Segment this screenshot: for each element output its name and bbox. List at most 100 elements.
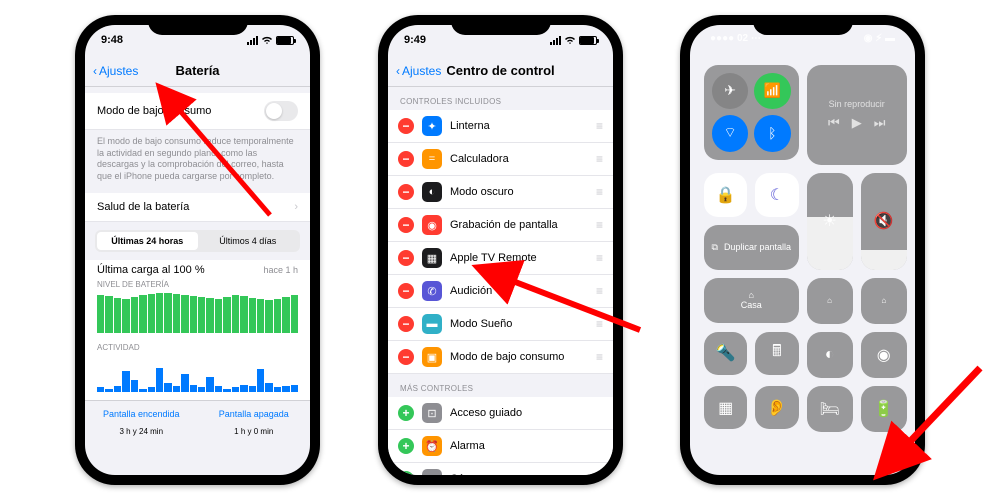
included-row-5[interactable]: −✆Audición≡ bbox=[388, 275, 613, 308]
remove-button[interactable]: − bbox=[398, 118, 414, 134]
included-row-6[interactable]: −▬Modo Sueño≡ bbox=[388, 308, 613, 341]
dnd-tile[interactable]: ☾ bbox=[755, 173, 798, 216]
calculator-icon: 🖩 bbox=[772, 340, 782, 367]
prev-icon[interactable]: ⏮ bbox=[828, 115, 840, 131]
grip-icon[interactable]: ≡ bbox=[596, 251, 603, 265]
seg-4d[interactable]: Últimos 4 días bbox=[198, 232, 299, 250]
remove-button[interactable]: − bbox=[398, 184, 414, 200]
wifi-toggle[interactable]: ⌔ bbox=[712, 115, 748, 152]
included-row-0[interactable]: −✦ Linterna ≡ bbox=[388, 110, 613, 143]
included-row-2[interactable]: −◐Modo oscuro≡ bbox=[388, 176, 613, 209]
row-label: Cámara bbox=[450, 473, 489, 475]
lowpower-tile[interactable]: 🔋 bbox=[861, 386, 907, 432]
low-power-toggle[interactable] bbox=[264, 101, 298, 121]
chevron-right-icon: › bbox=[294, 201, 298, 213]
ear-icon: 👂 bbox=[767, 398, 787, 418]
row-label: Grabación de pantalla bbox=[450, 219, 558, 231]
signal-icon bbox=[550, 36, 561, 45]
seg-24h[interactable]: Últimas 24 horas bbox=[97, 232, 198, 250]
app-icon: ✦ bbox=[422, 116, 442, 136]
app-icon: ⊡ bbox=[422, 403, 442, 423]
low-power-mode-row[interactable]: Modo de bajo consumo bbox=[85, 93, 310, 130]
add-button[interactable]: + bbox=[398, 438, 414, 454]
included-row-1[interactable]: −=Calculadora≡ bbox=[388, 143, 613, 176]
home-icon: ⌂ bbox=[749, 290, 754, 300]
section-included: CONTROLES INCLUIDOS bbox=[388, 87, 613, 110]
activity-chart bbox=[97, 356, 298, 392]
home-scene-2[interactable]: ⌂ bbox=[861, 278, 907, 324]
row-label: Linterna bbox=[450, 120, 490, 132]
grip-icon[interactable]: ≡ bbox=[596, 119, 603, 133]
wifi-icon bbox=[261, 36, 273, 45]
remove-button[interactable]: − bbox=[398, 151, 414, 167]
home-tile[interactable]: ⌂Casa bbox=[704, 278, 799, 323]
darkmode-icon: ◐ bbox=[825, 346, 835, 364]
grip-icon[interactable]: ≡ bbox=[596, 152, 603, 166]
last-charge-time: hace 1 h bbox=[263, 265, 298, 275]
back-button[interactable]: ‹Ajustes bbox=[93, 64, 138, 78]
rotation-lock-icon: 🔒 bbox=[716, 185, 736, 205]
mute-icon: 🔇 bbox=[874, 211, 894, 231]
moon-icon: ☾ bbox=[770, 185, 784, 205]
grip-icon[interactable]: ≡ bbox=[596, 317, 603, 331]
next-icon[interactable]: ⏭ bbox=[874, 115, 886, 131]
included-row-7[interactable]: −▣Modo de bajo consumo≡ bbox=[388, 341, 613, 374]
cellular-toggle[interactable]: 📶 bbox=[754, 73, 790, 109]
back-label: Ajustes bbox=[402, 64, 441, 78]
grip-icon[interactable]: ≡ bbox=[596, 350, 603, 364]
chart-activity-label: ACTIVIDAD bbox=[97, 343, 298, 352]
included-row-4[interactable]: −▦Apple TV Remote≡ bbox=[388, 242, 613, 275]
volume-slider[interactable]: 🔇 bbox=[861, 173, 907, 269]
remote-tile[interactable]: ▦ bbox=[704, 386, 747, 429]
more-row-1[interactable]: +⏰Alarma bbox=[388, 430, 613, 463]
row-label: Modo oscuro bbox=[450, 186, 514, 198]
navbar: ‹Ajustes Centro de control bbox=[388, 55, 613, 87]
bluetooth-toggle[interactable]: ᛒ bbox=[754, 115, 790, 152]
add-button[interactable]: + bbox=[398, 471, 414, 475]
media-label: Sin reproducir bbox=[829, 99, 885, 109]
add-button[interactable]: + bbox=[398, 405, 414, 421]
row-label: Modo Sueño bbox=[450, 318, 512, 330]
remove-button[interactable]: − bbox=[398, 283, 414, 299]
sleep-tile[interactable]: 🛏 bbox=[807, 386, 853, 432]
remove-button[interactable]: − bbox=[398, 349, 414, 365]
more-row-0[interactable]: +⊡Acceso guiado bbox=[388, 397, 613, 430]
connectivity-tile[interactable]: ✈ 📶 ⌔ ᛒ bbox=[704, 65, 799, 160]
play-icon[interactable]: ▶ bbox=[852, 115, 862, 131]
row-label: Alarma bbox=[450, 440, 485, 452]
battery-health-row[interactable]: Salud de la batería › bbox=[85, 193, 310, 222]
grip-icon[interactable]: ≡ bbox=[596, 218, 603, 232]
battery-icon: 🔋 bbox=[874, 399, 894, 419]
back-button[interactable]: ‹Ajustes bbox=[396, 64, 441, 78]
rotation-lock-tile[interactable]: 🔒 bbox=[704, 173, 747, 216]
flashlight-icon: 🔦 bbox=[716, 343, 736, 363]
more-row-2[interactable]: + 📷 Cámara bbox=[388, 463, 613, 475]
brightness-slider[interactable]: ☀ bbox=[807, 173, 853, 269]
grip-icon[interactable]: ≡ bbox=[596, 284, 603, 298]
calculator-tile[interactable]: 🖩 bbox=[755, 332, 798, 375]
app-icon: 📷 bbox=[422, 469, 442, 475]
section-more: MÁS CONTROLES bbox=[388, 374, 613, 397]
hearing-tile[interactable]: 👂 bbox=[755, 386, 798, 429]
screen-mirror-tile[interactable]: ⧉Duplicar pantalla bbox=[704, 225, 799, 270]
included-row-3[interactable]: −◉Grabación de pantalla≡ bbox=[388, 209, 613, 242]
tab-screen-off[interactable]: Pantalla apagada1 h y 0 min bbox=[198, 401, 311, 444]
darkmode-tile[interactable]: ◐ bbox=[807, 332, 853, 378]
battery-health-label: Salud de la batería bbox=[97, 201, 189, 213]
media-tile[interactable]: Sin reproducir ⏮ ▶ ⏭ bbox=[807, 65, 907, 165]
tab-screen-on[interactable]: Pantalla encendida3 h y 24 min bbox=[85, 401, 198, 444]
airplane-toggle[interactable]: ✈ bbox=[712, 73, 748, 109]
time-segment[interactable]: Últimas 24 horas Últimos 4 días bbox=[95, 230, 300, 252]
remove-button[interactable]: − bbox=[398, 316, 414, 332]
wifi-icon bbox=[564, 36, 576, 45]
row-label: Apple TV Remote bbox=[450, 252, 537, 264]
grip-icon[interactable]: ≡ bbox=[596, 185, 603, 199]
flashlight-tile[interactable]: 🔦 bbox=[704, 332, 747, 375]
back-label: Ajustes bbox=[99, 64, 138, 78]
home-scene-1[interactable]: ⌂ bbox=[807, 278, 853, 324]
remove-button[interactable]: − bbox=[398, 250, 414, 266]
remove-button[interactable]: − bbox=[398, 217, 414, 233]
app-icon: ✆ bbox=[422, 281, 442, 301]
screenrecord-tile[interactable]: ◉ bbox=[861, 332, 907, 378]
chevron-left-icon: ‹ bbox=[396, 64, 400, 78]
